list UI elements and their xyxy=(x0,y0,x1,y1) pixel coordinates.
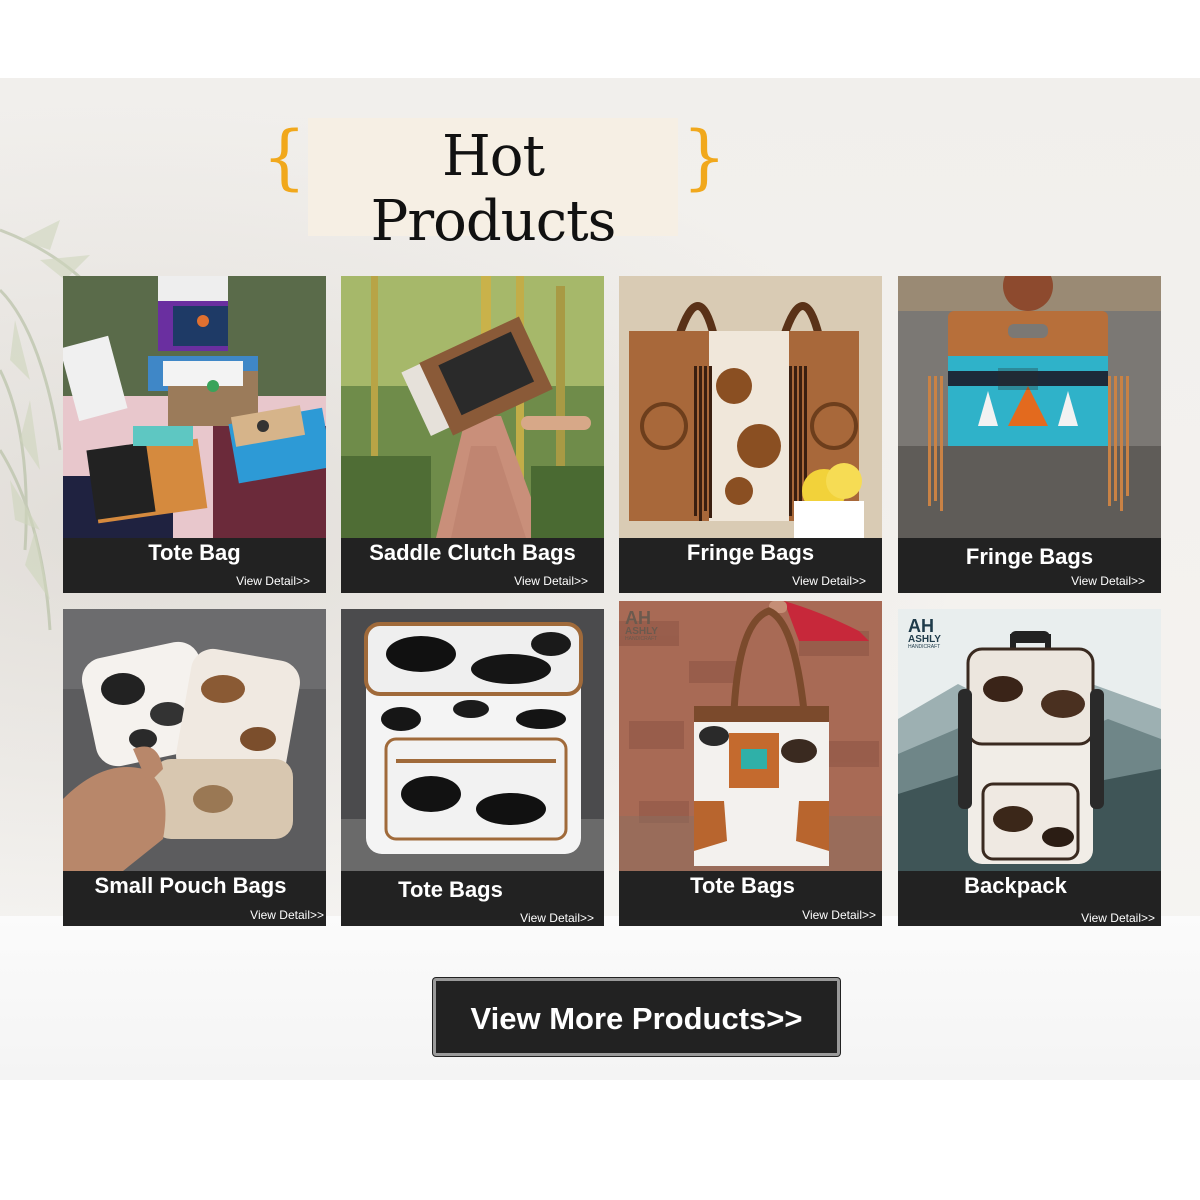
product-photo-tooled-fringe-tote[interactable] xyxy=(619,276,882,538)
view-detail-link[interactable]: View Detail>> xyxy=(514,574,588,588)
brand-logo: AH ASHLY HANDICRAFT xyxy=(625,609,675,642)
logo-sub: HANDICRAFT xyxy=(908,644,941,650)
section-title: Hot Products xyxy=(370,124,617,254)
product-card-tote-bags-backpack[interactable]: Tote Bags View Detail>> xyxy=(341,609,604,926)
logo-monogram: AH xyxy=(625,608,651,628)
product-caption-bar: Tote Bags View Detail>> xyxy=(619,871,882,926)
product-caption-bar: Backpack View Detail>> xyxy=(898,871,1161,926)
product-name[interactable]: Tote Bags xyxy=(619,873,874,899)
view-detail-link[interactable]: View Detail>> xyxy=(1071,574,1145,588)
product-name[interactable]: Small Pouch Bags xyxy=(63,873,322,899)
product-caption-bar: Tote Bag View Detail>> xyxy=(63,538,326,593)
view-detail-link[interactable]: View Detail>> xyxy=(236,574,310,588)
product-card-backpack[interactable]: Backpack View Detail>> AH ASHLY HANDICRA… xyxy=(898,609,1161,926)
product-card-small-pouch-bags[interactable]: Small Pouch Bags View Detail>> xyxy=(63,609,326,926)
brand-logo: AH ASHLY HANDICRAFT xyxy=(908,617,958,650)
product-caption-bar: Fringe Bags View Detail>> xyxy=(619,538,882,593)
product-card-saddle-clutch-bags[interactable]: Saddle Clutch Bags View Detail>> xyxy=(341,276,604,593)
view-detail-link[interactable]: View Detail>> xyxy=(802,908,876,922)
product-name[interactable]: Tote Bags xyxy=(341,877,582,903)
product-card-tote-bag[interactable]: Tote Bag View Detail>> xyxy=(63,276,326,593)
view-detail-link[interactable]: View Detail>> xyxy=(792,574,866,588)
view-more-products-button[interactable]: View More Products>> xyxy=(433,978,840,1056)
product-name[interactable]: Saddle Clutch Bags xyxy=(341,540,604,566)
view-more-products-label[interactable]: View More Products>> xyxy=(436,1001,837,1037)
product-caption-bar: Saddle Clutch Bags View Detail>> xyxy=(341,538,604,593)
left-brace-ornament: { xyxy=(262,116,307,198)
view-detail-link[interactable]: View Detail>> xyxy=(250,908,324,922)
product-card-fringe-bags[interactable]: Fringe Bags View Detail>> xyxy=(619,276,882,593)
product-name[interactable]: Fringe Bags xyxy=(898,544,1161,570)
product-caption-bar: Small Pouch Bags View Detail>> xyxy=(63,871,326,926)
product-photo-clutch-garden-path[interactable] xyxy=(341,276,604,538)
product-caption-bar: Fringe Bags View Detail>> xyxy=(898,538,1161,593)
view-detail-link[interactable]: View Detail>> xyxy=(520,911,594,925)
product-name[interactable]: Backpack xyxy=(898,873,1147,899)
product-photo-multicolor-wallets[interactable] xyxy=(63,276,326,538)
product-name[interactable]: Tote Bag xyxy=(63,540,326,566)
product-photo-cowhide-pouches[interactable] xyxy=(63,609,326,871)
view-detail-link[interactable]: View Detail>> xyxy=(1081,911,1155,925)
product-photo-black-white-backpack[interactable] xyxy=(341,609,604,871)
product-card-tote-bags-brick[interactable]: Tote Bags View Detail>> AH ASHLY HANDICR… xyxy=(619,601,882,926)
product-photo-saddle-blanket-fringe[interactable] xyxy=(898,276,1161,538)
product-name[interactable]: Fringe Bags xyxy=(619,540,882,566)
logo-sub: HANDICRAFT xyxy=(625,636,658,642)
product-card-fringe-bags-saddle-blanket[interactable]: Fringe Bags View Detail>> xyxy=(898,276,1161,593)
right-brace-ornament: } xyxy=(682,116,727,198)
product-caption-bar: Tote Bags View Detail>> xyxy=(341,871,604,926)
logo-monogram: AH xyxy=(908,616,934,636)
